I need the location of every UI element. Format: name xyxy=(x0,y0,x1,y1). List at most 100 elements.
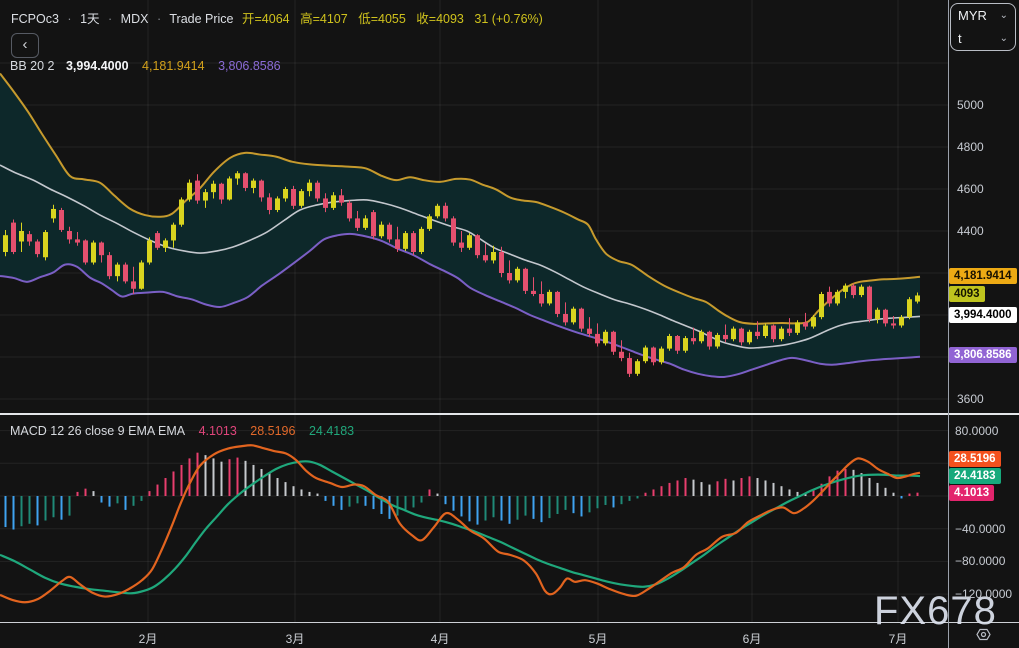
macd-label-badge: 24.4183 xyxy=(949,468,1001,484)
pane-separator[interactable] xyxy=(0,413,1019,415)
unit-dropdown[interactable]: t ⌄ xyxy=(951,27,1015,50)
candle-up xyxy=(419,229,424,252)
macd-histogram-bar xyxy=(117,496,119,503)
candle-down xyxy=(195,181,200,201)
macd-histogram-bar xyxy=(173,471,175,496)
ohlc-high: 高=4107 xyxy=(300,12,348,26)
bb-basis-value: 3,994.4000 xyxy=(66,59,129,73)
macd-histogram-bar xyxy=(293,486,295,496)
candle-up xyxy=(603,332,608,344)
macd-histogram-bar xyxy=(741,478,743,496)
candle-up xyxy=(251,181,256,188)
candle-down xyxy=(443,206,448,219)
candle-up xyxy=(275,198,280,210)
macd-histogram-bar xyxy=(573,496,575,513)
macd-histogram-bar xyxy=(365,496,367,506)
macd-histogram-bar xyxy=(901,496,903,498)
macd-histogram-value: 4.1013 xyxy=(199,424,237,438)
candle-down xyxy=(123,265,128,282)
currency-value: MYR xyxy=(958,8,987,23)
macd-histogram-bar xyxy=(197,453,199,496)
macd-histogram-bar xyxy=(813,490,815,496)
candle-down xyxy=(507,273,512,280)
macd-histogram-bar xyxy=(493,496,495,517)
symbol-header: FCPOc3 · 1天 · MDX · Trade Price 开=4064 高… xyxy=(11,8,550,27)
symbol-name[interactable]: FCPOc3 xyxy=(11,12,59,26)
candle-up xyxy=(283,189,288,198)
candle-down xyxy=(755,332,760,336)
macd-axis-tick: 80.0000 xyxy=(955,424,998,438)
currency-dropdown[interactable]: MYR ⌄ xyxy=(951,4,1015,27)
macd-histogram-bar xyxy=(349,496,351,507)
time-axis-month-label[interactable]: 2月 xyxy=(139,630,158,647)
time-axis-month-label[interactable]: 6月 xyxy=(743,630,762,647)
candle-down xyxy=(883,310,888,324)
candle-down xyxy=(595,334,600,343)
macd-histogram-bar xyxy=(621,496,623,504)
candle-down xyxy=(531,291,536,294)
candle-down xyxy=(723,335,728,339)
interval-label[interactable]: 1天 xyxy=(80,12,99,26)
macd-histogram-bar xyxy=(13,496,15,530)
macd-histogram-bar xyxy=(693,480,695,496)
macd-indicator-header[interactable]: MACD 12 26 close 9 EMA EMA 4.1013 28.519… xyxy=(10,424,354,438)
chevron-down-icon: ⌄ xyxy=(1000,34,1008,44)
macd-histogram-bar xyxy=(669,483,671,496)
macd-histogram-bar xyxy=(21,496,23,526)
back-button[interactable]: ‹ xyxy=(11,33,39,58)
candle-up xyxy=(907,299,912,317)
macd-histogram-bar xyxy=(389,496,391,519)
candle-up xyxy=(899,317,904,325)
macd-histogram-bar xyxy=(85,489,87,496)
candle-down xyxy=(451,218,456,242)
candle-up xyxy=(403,233,408,249)
macd-label-badge: 28.5196 xyxy=(949,451,1001,467)
bb-indicator-header[interactable]: BB 20 2 3,994.4000 4,181.9414 3,806.8586 xyxy=(10,59,281,73)
ohlc-change: 31 (+0.76%) xyxy=(474,12,542,26)
macd-histogram-bar xyxy=(421,496,423,503)
macd-histogram-bar xyxy=(165,478,167,496)
candle-up xyxy=(779,329,784,340)
macd-histogram-bar xyxy=(773,483,775,496)
candle-up xyxy=(43,232,48,257)
back-chevron-icon: ‹ xyxy=(23,36,28,53)
macd-histogram-bar xyxy=(885,488,887,496)
candle-down xyxy=(27,234,32,241)
time-axis-month-label[interactable]: 3月 xyxy=(286,630,305,647)
candle-down xyxy=(675,336,680,351)
candle-up xyxy=(699,332,704,341)
macd-histogram-bar xyxy=(589,496,591,512)
chart-canvas[interactable] xyxy=(0,0,948,622)
macd-histogram-bar xyxy=(685,478,687,496)
separator-dot: · xyxy=(108,12,112,26)
macd-histogram-bar xyxy=(565,496,567,510)
candle-up xyxy=(19,231,24,242)
candle-up xyxy=(683,338,688,351)
candle-up xyxy=(795,322,800,333)
candle-down xyxy=(867,287,872,320)
macd-axis-tick: −40.0000 xyxy=(955,522,1005,536)
candle-down xyxy=(259,181,264,198)
separator-dot: · xyxy=(67,12,71,26)
macd-histogram-bar xyxy=(541,496,543,522)
macd-line xyxy=(0,445,920,602)
macd-axis-tick: −80.0000 xyxy=(955,554,1005,568)
candle-down xyxy=(395,239,400,248)
macd-histogram-bar xyxy=(373,496,375,509)
candle-down xyxy=(587,329,592,334)
candle-down xyxy=(107,255,112,276)
trading-chart-window: FCPOc3 · 1天 · MDX · Trade Price 开=4064 高… xyxy=(0,0,1019,648)
price-axis-tick: 3600 xyxy=(957,392,984,406)
macd-histogram-bar xyxy=(5,496,7,527)
macd-histogram-bar xyxy=(725,479,727,496)
macd-axis-tick: −120.0000 xyxy=(955,587,1012,601)
price-label-badge: 4093 xyxy=(949,286,985,302)
time-axis-month-label[interactable]: 4月 xyxy=(431,630,450,647)
candle-up xyxy=(51,209,56,218)
time-axis-month-label[interactable]: 7月 xyxy=(889,630,908,647)
time-axis-month-label[interactable]: 5月 xyxy=(589,630,608,647)
candle-up xyxy=(547,292,552,304)
macd-signal-value: 24.4183 xyxy=(309,424,354,438)
axis-settings-gear-icon[interactable] xyxy=(975,626,992,648)
unit-value: t xyxy=(958,31,962,46)
